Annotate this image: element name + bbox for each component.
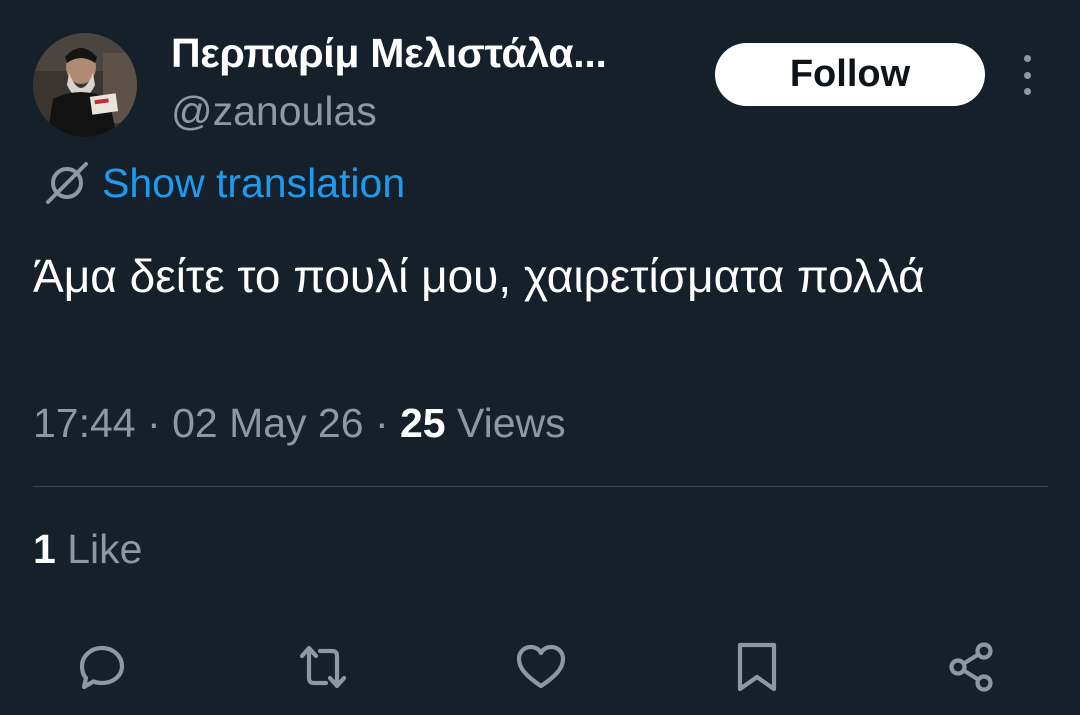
avatar[interactable] (33, 33, 137, 137)
tweet-date[interactable]: 02 May 26 (172, 400, 363, 446)
show-translation-link[interactable]: Show translation (44, 157, 405, 209)
likes-summary[interactable]: 1 Like (33, 526, 142, 573)
views-count: 25 (400, 400, 446, 446)
bookmark-button[interactable] (730, 640, 784, 694)
bookmark-icon (737, 642, 777, 692)
views-label: Views (457, 400, 566, 446)
tweet-time[interactable]: 17:44 (33, 400, 136, 446)
retweet-icon (299, 645, 347, 689)
heart-icon (516, 644, 566, 689)
display-name[interactable]: Περπαρίμ Μελιστάλα... (171, 30, 607, 77)
like-button[interactable] (514, 640, 568, 694)
more-vertical-icon (1023, 55, 1031, 62)
follow-button[interactable]: Follow (715, 43, 985, 106)
share-icon (949, 642, 993, 692)
share-button[interactable] (945, 640, 999, 694)
retweet-button[interactable] (296, 640, 350, 694)
likes-label: Like (67, 526, 143, 572)
user-handle[interactable]: @zanoulas (171, 88, 377, 135)
show-translation-label: Show translation (102, 159, 406, 206)
tweet-meta: 17:44 · 02 May 26 · 25 Views (33, 400, 566, 447)
tweet-text: Άμα δείτε το πουλί μου, χαιρετίσματα πολ… (33, 250, 925, 302)
avatar-image (33, 33, 137, 137)
tweet-detail: Περπαρίμ Μελιστάλα... @zanoulas Follow S… (0, 0, 1080, 715)
reply-button[interactable] (75, 640, 129, 694)
likes-count: 1 (33, 526, 56, 572)
translate-icon (46, 162, 88, 204)
meta-separator: · (374, 400, 389, 446)
divider (33, 486, 1048, 487)
more-options-button[interactable] (1010, 55, 1044, 95)
reply-icon (79, 645, 125, 690)
meta-separator: · (147, 400, 161, 446)
